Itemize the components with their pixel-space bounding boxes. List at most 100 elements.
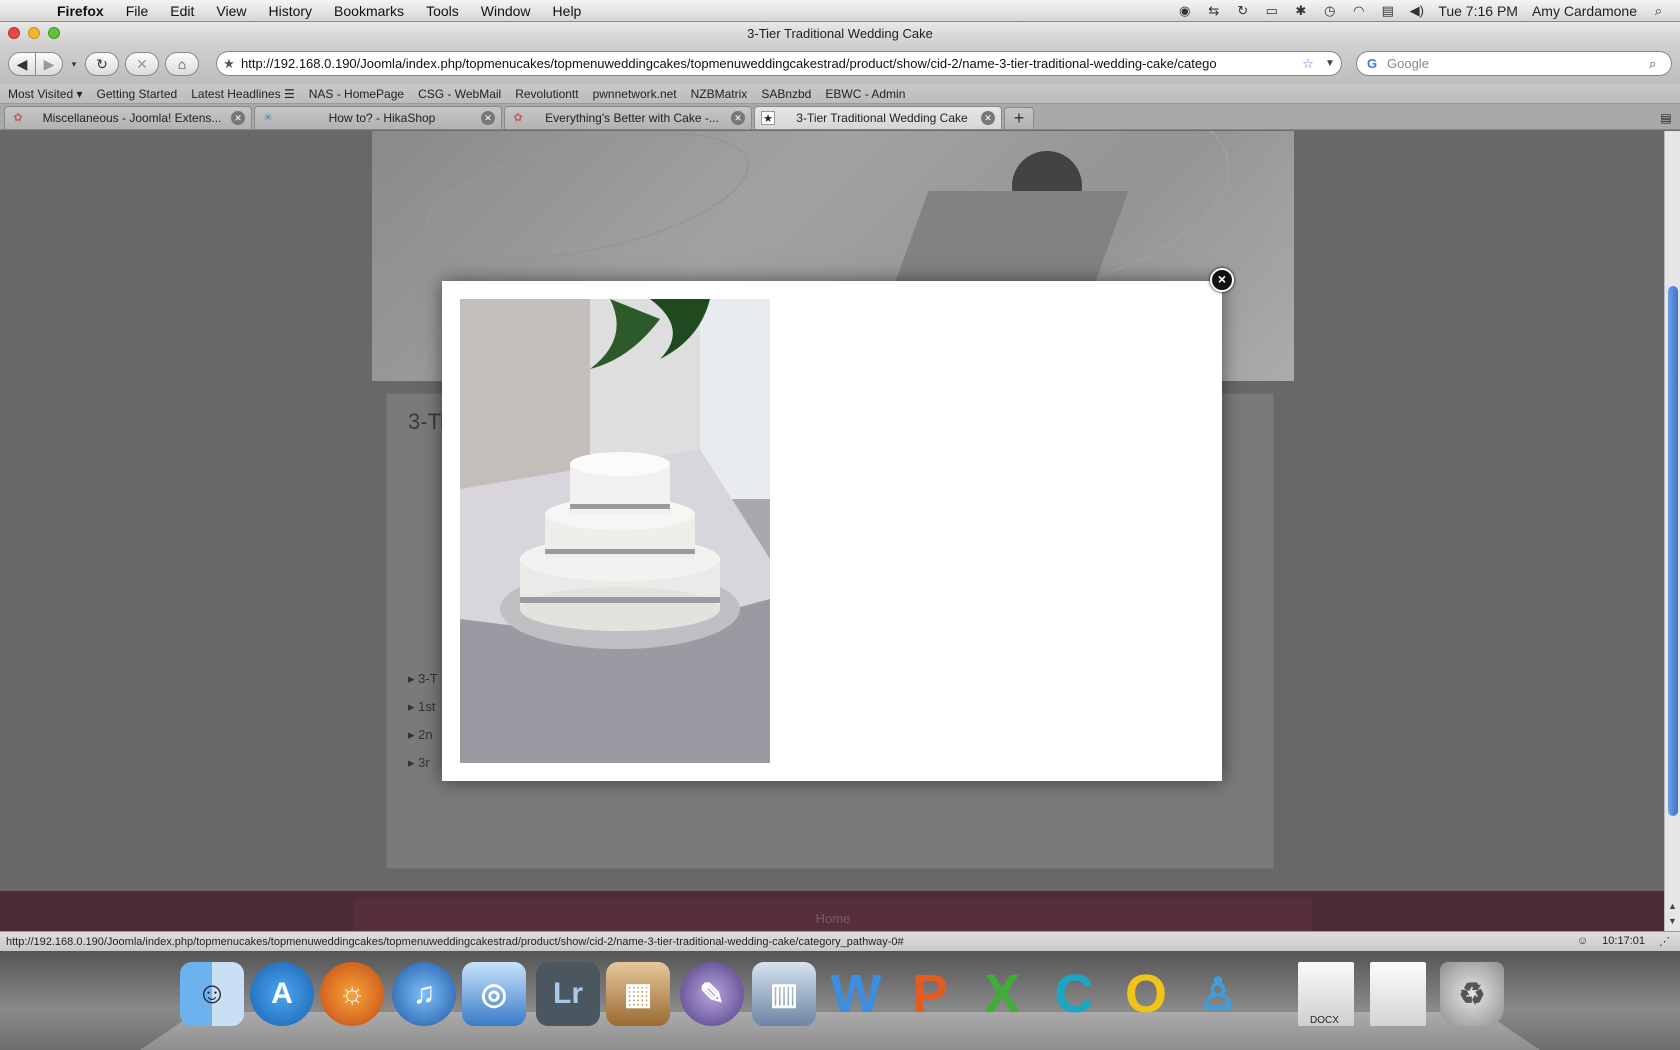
display-icon[interactable]: ▤: [1380, 3, 1395, 18]
dock-keynote-icon[interactable]: ▦: [606, 962, 670, 1026]
dock-itunes-icon[interactable]: ♫: [392, 962, 456, 1026]
window-title-bar: 3-Tier Traditional Wedding Cake: [0, 22, 1680, 44]
addon-status-icon[interactable]: ☺: [1577, 935, 1588, 948]
scrollbar-thumb[interactable]: [1668, 286, 1678, 816]
tab-joomla-extensions[interactable]: ✿ Miscellaneous - Joomla! Extens... ✕: [4, 106, 252, 129]
tab-list-icon[interactable]: ▤: [1658, 111, 1674, 125]
battery-icon[interactable]: ▭: [1264, 3, 1279, 18]
url-bar[interactable]: ★ http://192.168.0.190/Joomla/index.php/…: [216, 51, 1342, 76]
tab-everything-better-with-cake[interactable]: ✿ Everything's Better with Cake -... ✕: [504, 106, 752, 129]
dock-communicator-icon[interactable]: C: [1042, 962, 1106, 1026]
menu-file[interactable]: File: [115, 3, 160, 19]
forward-button[interactable]: ▶: [35, 52, 63, 76]
bookmark-revolutiontt[interactable]: Revolutiontt: [515, 87, 578, 101]
menu-window[interactable]: Window: [470, 3, 542, 19]
tab-strip: ✿ Miscellaneous - Joomla! Extens... ✕ ✳ …: [0, 104, 1680, 130]
tab-close-icon[interactable]: ✕: [731, 111, 745, 125]
refresh-status-icon[interactable]: ↻: [1235, 3, 1250, 18]
menu-tools[interactable]: Tools: [415, 3, 470, 19]
bookmark-csg-webmail[interactable]: CSG - WebMail: [418, 87, 501, 101]
search-input[interactable]: Google: [1387, 56, 1649, 71]
tab-close-icon[interactable]: ✕: [481, 111, 495, 125]
dock-word-icon[interactable]: W: [824, 962, 888, 1026]
home-button[interactable]: ⌂: [165, 52, 199, 76]
history-dropdown-icon[interactable]: ▾: [69, 52, 79, 76]
bookmark-getting-started[interactable]: Getting Started: [97, 87, 178, 101]
menu-view[interactable]: View: [205, 3, 257, 19]
zoom-window-button[interactable]: [48, 27, 60, 39]
tab-hikashop[interactable]: ✳ How to? - HikaShop ✕: [254, 106, 502, 129]
bluetooth-icon[interactable]: ✱: [1293, 3, 1308, 18]
record-icon[interactable]: ◉: [1177, 3, 1192, 18]
menu-help[interactable]: Help: [542, 3, 593, 19]
reload-button[interactable]: ↻: [85, 52, 119, 76]
scroll-down-arrow-icon[interactable]: ▼: [1668, 916, 1677, 926]
joomla-favicon-icon: ✿: [13, 112, 23, 124]
tab-wedding-cake[interactable]: ★ 3-Tier Traditional Wedding Cake ✕: [754, 106, 1002, 129]
tab-close-icon[interactable]: ✕: [231, 111, 245, 125]
footer-home-link[interactable]: Home: [816, 911, 851, 926]
dock-app-store-icon[interactable]: A: [250, 962, 314, 1026]
search-box[interactable]: G Google ⌕: [1356, 51, 1672, 76]
page-scrollbar[interactable]: ▲ ▼: [1664, 131, 1680, 931]
spotlight-search-icon[interactable]: ⌕: [1651, 3, 1666, 18]
menu-app-firefox[interactable]: Firefox: [46, 3, 115, 19]
list-item[interactable]: ▸ 2n: [408, 727, 438, 755]
dock-trash-icon[interactable]: ♻: [1440, 962, 1504, 1026]
status-clock: 10:17:01: [1602, 935, 1645, 947]
bookmark-most-visited[interactable]: Most Visited ▾: [8, 87, 83, 101]
site-identity-icon[interactable]: ★: [217, 56, 241, 72]
joomla-favicon-icon: ✿: [513, 112, 523, 124]
back-button[interactable]: ◀: [8, 52, 36, 76]
dock-document-icon[interactable]: [1370, 962, 1426, 1026]
dock-messenger-icon[interactable]: ♙: [1186, 962, 1250, 1026]
google-search-engine-icon[interactable]: G: [1357, 56, 1387, 71]
bookmark-pwnnetwork[interactable]: pwnnetwork.net: [593, 87, 677, 101]
menu-history[interactable]: History: [257, 3, 323, 19]
bookmark-nzbmatrix[interactable]: NZBMatrix: [691, 87, 748, 101]
dock-firefox-icon[interactable]: ☼: [320, 962, 384, 1026]
bookmark-star-icon[interactable]: ☆: [1297, 56, 1319, 72]
wifi-icon[interactable]: ◠: [1351, 3, 1366, 18]
bookmark-nas-homepage[interactable]: NAS - HomePage: [309, 87, 404, 101]
dock-lightroom-icon[interactable]: Lr: [536, 962, 600, 1026]
dock-script-editor-icon[interactable]: ✎: [680, 962, 744, 1026]
mac-menu-bar: Firefox File Edit View History Bookmarks…: [0, 0, 1680, 22]
list-item[interactable]: ▸ 3-T: [408, 671, 438, 699]
url-dropdown-icon[interactable]: ▼: [1319, 58, 1341, 69]
dock-excel-icon[interactable]: X: [970, 962, 1034, 1026]
menu-bookmarks[interactable]: Bookmarks: [323, 3, 415, 19]
tab-label: How to? - HikaShop: [328, 111, 436, 125]
search-icon[interactable]: ⌕: [1649, 56, 1671, 72]
dock-outlook-icon[interactable]: O: [1114, 962, 1178, 1026]
bookmark-latest-headlines[interactable]: Latest Headlines ☰: [191, 87, 294, 101]
menu-edit[interactable]: Edit: [159, 3, 205, 19]
close-window-button[interactable]: [8, 27, 20, 39]
browser-status-bar: http://192.168.0.190/Joomla/index.php/to…: [0, 931, 1680, 951]
list-item[interactable]: ▸ 1st: [408, 699, 438, 727]
bookmark-ebwc-admin[interactable]: EBWC - Admin: [825, 87, 905, 101]
status-link-url: http://192.168.0.190/Joomla/index.php/to…: [6, 935, 904, 948]
dock-powerpoint-icon[interactable]: P: [898, 962, 962, 1026]
url-text[interactable]: http://192.168.0.190/Joomla/index.php/to…: [241, 56, 1297, 71]
minimize-window-button[interactable]: [28, 27, 40, 39]
close-lightbox-button[interactable]: ×: [1210, 268, 1234, 292]
bookmark-sabnzbd[interactable]: SABnzbd: [761, 87, 811, 101]
menubar-user[interactable]: Amy Cardamone: [1532, 3, 1637, 19]
stop-button[interactable]: ✕: [125, 52, 159, 76]
resize-grip-icon[interactable]: ⋰: [1659, 935, 1670, 948]
new-tab-button[interactable]: +: [1004, 107, 1034, 129]
list-item[interactable]: ▸ 3r: [408, 755, 438, 783]
tab-close-icon[interactable]: ✕: [981, 111, 995, 125]
image-lightbox-modal: [442, 281, 1222, 781]
cake-illustration: [460, 299, 770, 763]
volume-icon[interactable]: ◀): [1409, 3, 1424, 18]
dock-preview-icon[interactable]: ◎: [462, 962, 526, 1026]
scroll-up-arrow-icon[interactable]: ▲: [1668, 901, 1677, 911]
dock-finder-icon[interactable]: ☺: [180, 962, 244, 1026]
wedding-cake-photo: [460, 299, 770, 763]
time-machine-icon[interactable]: ◷: [1322, 3, 1337, 18]
menubar-clock[interactable]: Tue 7:16 PM: [1438, 3, 1518, 19]
sync-icon[interactable]: ⇆: [1206, 3, 1221, 18]
dock-numbers-icon[interactable]: ▥: [752, 962, 816, 1026]
